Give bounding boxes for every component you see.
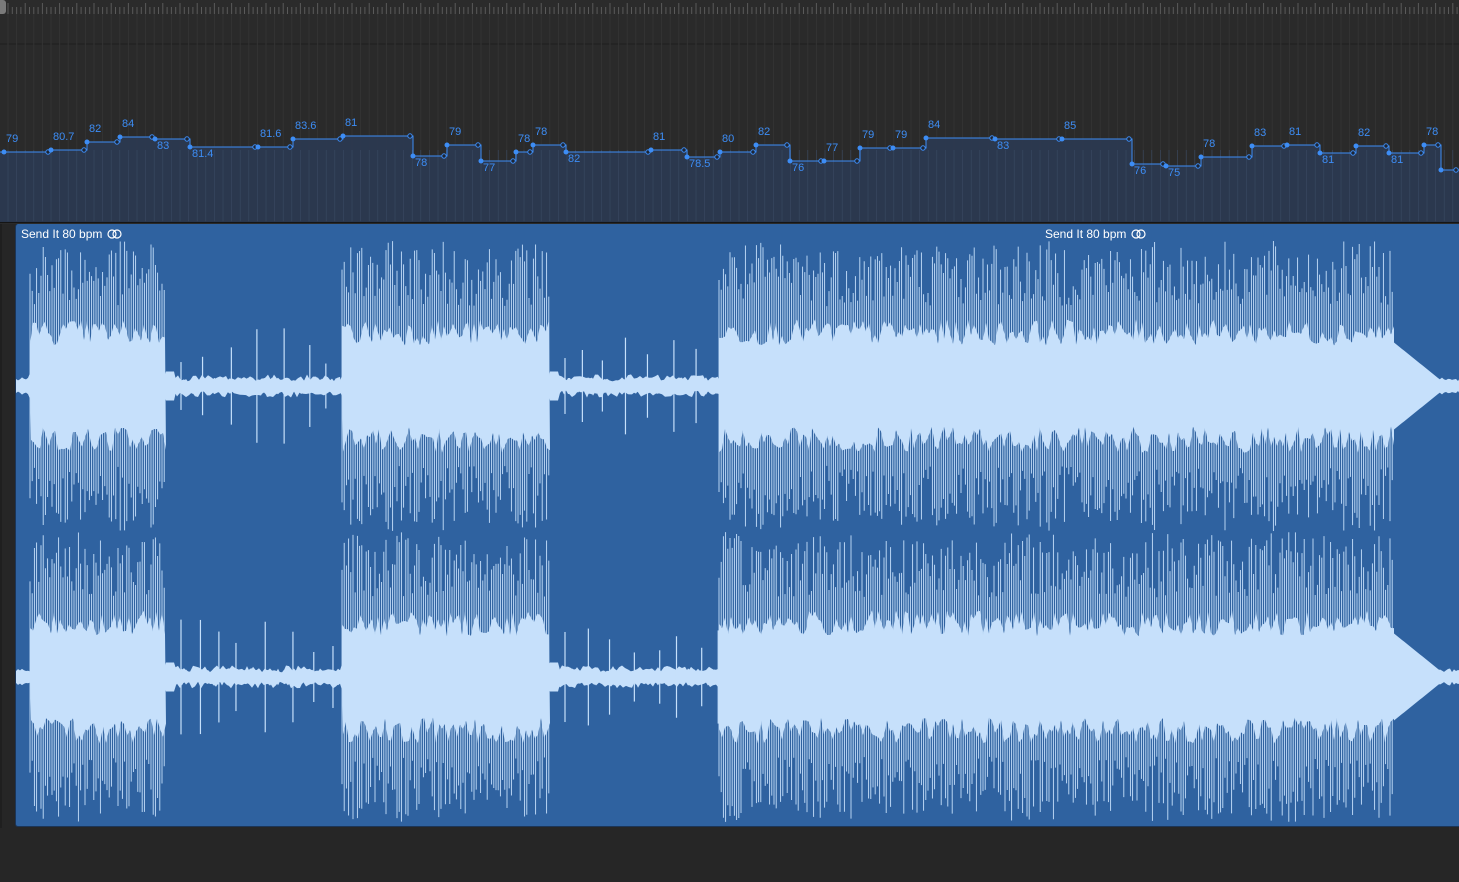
tempo-value-label: 81 <box>1289 126 1301 138</box>
tempo-value-label: 78.5 <box>689 158 710 170</box>
tempo-value-label: 83 <box>997 140 1009 152</box>
tempo-value-label: 80 <box>722 133 734 145</box>
tempo-value-label: 78 <box>1203 138 1215 150</box>
tempo-value-label: 76 <box>1134 165 1146 177</box>
tempo-value-label: 82 <box>1358 127 1370 139</box>
tempo-value-label: 81.4 <box>192 148 213 160</box>
audio-region[interactable]: Send It 80 bpm Send It 80 bpm <box>15 224 1459 827</box>
tempo-value-label: 83 <box>157 140 169 152</box>
tempo-value-label: 81 <box>653 131 665 143</box>
loop-icon <box>107 229 122 239</box>
tempo-value-label: 75 <box>1168 167 1180 179</box>
tempo-value-label: 78 <box>415 157 427 169</box>
tempo-value-label: 77 <box>826 142 838 154</box>
tempo-value-label: 79 <box>6 133 18 145</box>
tempo-value-label: 80.7 <box>53 131 74 143</box>
tempo-value-label: 82 <box>89 123 101 135</box>
region-name-text: Send It 80 bpm <box>21 227 103 241</box>
tempo-value-label: 83 <box>1254 127 1266 139</box>
tempo-value-label: 76 <box>792 162 804 174</box>
empty-track-area[interactable] <box>0 828 1459 882</box>
region-name-right[interactable]: Send It 80 bpm <box>1045 226 1147 242</box>
tempo-value-label: 78 <box>518 133 530 145</box>
tempo-track[interactable]: 79 80.7 82 84 83 81.4 81.6 83.6 81 78 79 77 78 78 82 81… <box>0 0 1459 224</box>
tempo-value-label: 82 <box>758 126 770 138</box>
tempo-value-label: 83.6 <box>295 120 316 132</box>
waveform <box>16 241 1459 822</box>
tempo-value-label: 81 <box>345 117 357 129</box>
tempo-value-label: 79 <box>895 129 907 141</box>
loop-icon <box>1131 229 1146 239</box>
tempo-value-label: 84 <box>928 119 940 131</box>
tempo-value-label: 79 <box>449 126 461 138</box>
region-name-text: Send It 80 bpm <box>1045 227 1127 241</box>
tempo-value-label: 81.6 <box>260 128 281 140</box>
region-name-left[interactable]: Send It 80 bpm <box>21 226 123 242</box>
tempo-value-label: 77 <box>483 162 495 174</box>
tempo-value-label: 79 <box>862 129 874 141</box>
tempo-value-label: 81 <box>1322 154 1334 166</box>
tempo-value-label: 78 <box>535 126 547 138</box>
tempo-value-label: 85 <box>1064 120 1076 132</box>
tempo-value-label: 81 <box>1391 154 1403 166</box>
tempo-value-label: 82 <box>568 153 580 165</box>
tempo-value-label: 84 <box>122 118 134 130</box>
tempo-value-label: 78 <box>1426 126 1438 138</box>
